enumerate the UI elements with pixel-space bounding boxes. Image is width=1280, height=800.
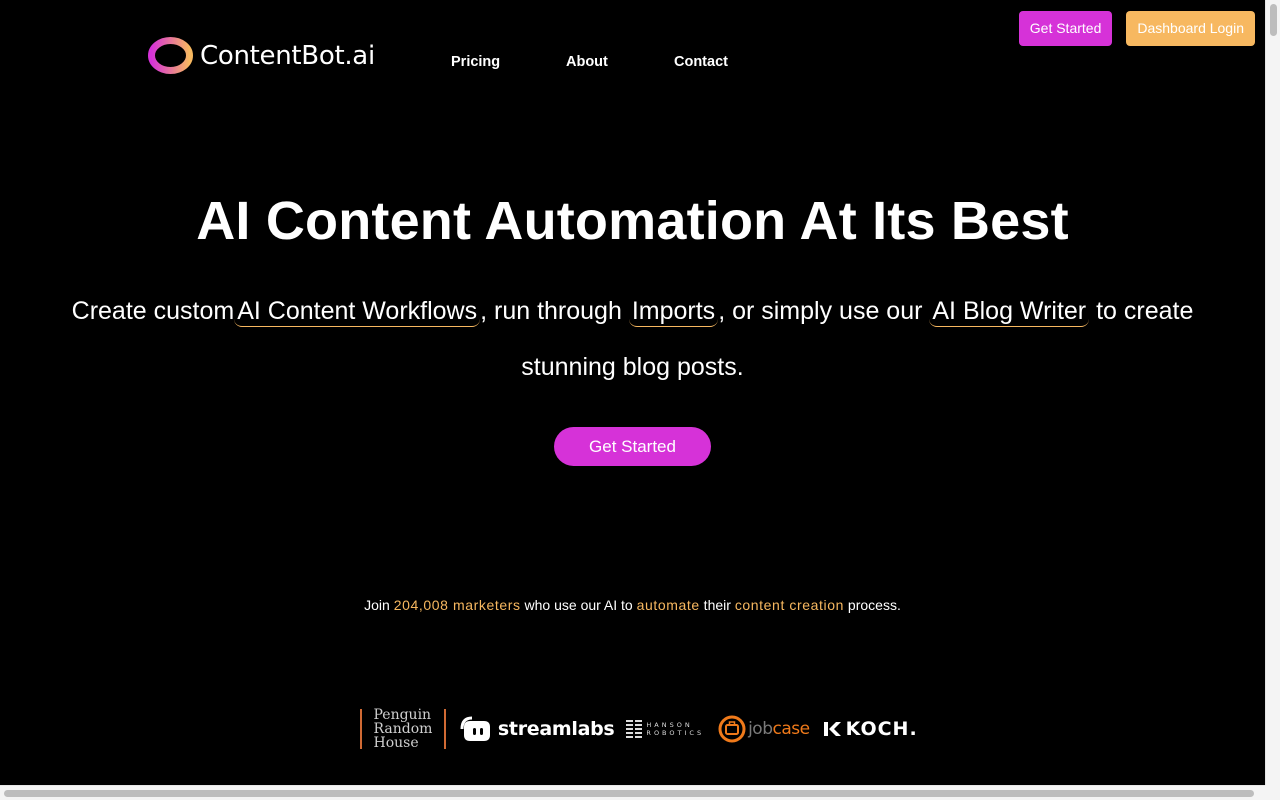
client-logos: Penguin Random House streamlabs HANSON R… [360,707,918,751]
logo-text: ContentBot.ai [200,40,375,71]
jobcase-text-part: case [772,719,811,739]
hero-subtitle: Create custom AI Content Workflows, run t… [60,283,1205,395]
hero-subtitle-text: Create custom [71,297,235,325]
streamlabs-logo: streamlabs [460,715,615,743]
join-statement: Join 204,008 marketers who use our AI to… [0,597,1265,613]
jobcase-icon [718,715,746,743]
koch-k-icon [823,722,841,736]
nav-contact[interactable]: Contact [674,54,728,70]
hanson-grid-icon [626,720,643,738]
vertical-scrollbar[interactable] [1265,0,1280,785]
contentbot-logo-icon [148,37,193,74]
koch-text: KOCH. [845,718,918,740]
logo-divider [444,709,446,749]
hanson-line: ROBOTICS [646,729,705,737]
jobcase-text: jobcase [748,719,810,739]
join-text: their [699,597,735,613]
imports-link[interactable]: Imports [628,296,719,327]
streamlabs-icon [460,716,490,741]
header: ContentBot.ai [147,37,375,74]
top-actions: Get Started Dashboard Login [1018,11,1255,46]
ai-blog-writer-link[interactable]: AI Blog Writer [929,296,1090,327]
join-highlight: content creation [734,597,845,613]
vertical-scroll-thumb[interactable] [1270,4,1277,36]
penguin-line: Random [373,721,433,737]
penguin-random-house-logo: Penguin Random House [360,708,446,750]
hanson-text: HANSON ROBOTICS [646,721,704,737]
dashboard-login-button[interactable]: Dashboard Login [1126,11,1255,46]
horizontal-scrollbar[interactable] [0,785,1280,800]
hero-title: AI Content Automation At Its Best [196,191,1069,251]
main-nav: Pricing About Contact [451,54,728,70]
hanson-line: HANSON [646,721,693,729]
jobcase-logo: jobcase [718,715,810,743]
nav-pricing[interactable]: Pricing [451,54,566,70]
join-text: process. [844,597,901,613]
hero-subtitle-text: , run through [480,297,629,325]
join-text: who use our AI to [520,597,637,613]
scrollbar-corner [1265,785,1280,800]
penguin-line: House [373,735,419,751]
streamlabs-text: streamlabs [497,718,615,740]
ai-content-workflows-link[interactable]: AI Content Workflows [234,296,481,327]
koch-logo: KOCH. [823,718,918,740]
join-text: Join [364,597,394,613]
horizontal-scroll-thumb[interactable] [4,790,1254,797]
get-started-top-button[interactable]: Get Started [1018,11,1113,46]
nav-about[interactable]: About [566,54,674,70]
get-started-hero-button[interactable]: Get Started [554,427,711,466]
marketer-count: 204,008 marketers [393,597,521,613]
penguin-line: Penguin [373,707,432,723]
join-highlight: automate [636,597,700,613]
penguin-logo-text: Penguin Random House [362,708,445,750]
jobcase-text-part: job [748,719,773,739]
logo-link[interactable]: ContentBot.ai [147,37,375,74]
hero-subtitle-text: , or simply use our [718,297,930,325]
hanson-robotics-logo: HANSON ROBOTICS [626,720,704,738]
